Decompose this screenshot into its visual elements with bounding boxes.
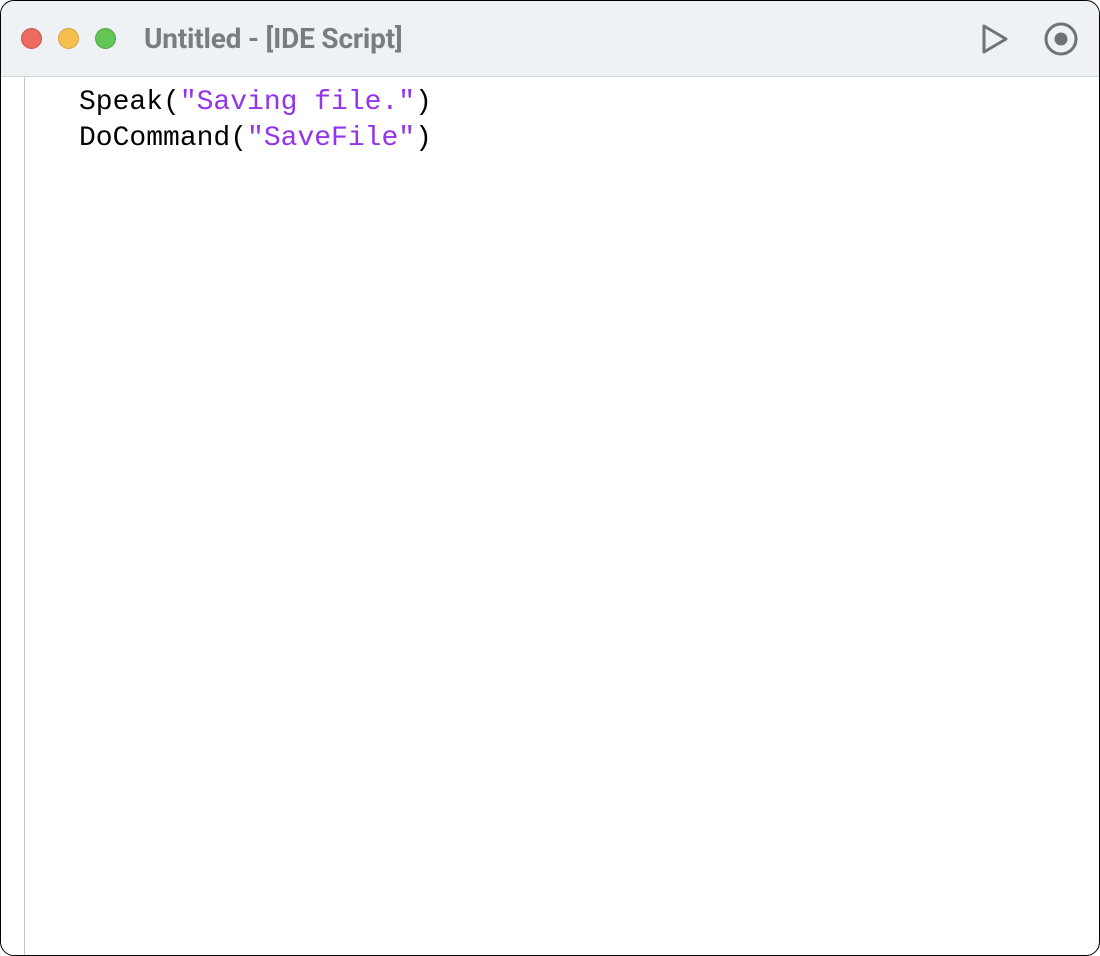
code-token: DoCommand( (79, 123, 247, 154)
close-window-button[interactable] (21, 28, 42, 49)
code-token: ) (415, 87, 432, 118)
code-string-token: "SaveFile" (247, 123, 415, 154)
record-icon (1043, 21, 1079, 57)
code-token: Speak( (79, 87, 180, 118)
play-icon (981, 23, 1011, 55)
minimize-window-button[interactable] (58, 28, 79, 49)
code-string-token: "Saving file." (180, 87, 415, 118)
window-title: Untitled - [IDE Script] (144, 22, 402, 55)
maximize-window-button[interactable] (95, 28, 116, 49)
code-editor[interactable]: Speak("Saving file.") DoCommand("SaveFil… (25, 77, 1099, 955)
run-button[interactable] (981, 23, 1011, 55)
editor-gutter (1, 77, 25, 955)
record-button[interactable] (1043, 21, 1079, 57)
toolbar-actions (981, 21, 1079, 57)
editor-area: Speak("Saving file.") DoCommand("SaveFil… (1, 77, 1099, 955)
window-controls (21, 28, 116, 49)
window-titlebar: Untitled - [IDE Script] (1, 1, 1099, 77)
app-window: Untitled - [IDE Script] Speak("Saving fi… (0, 0, 1100, 956)
code-token: ) (415, 123, 432, 154)
